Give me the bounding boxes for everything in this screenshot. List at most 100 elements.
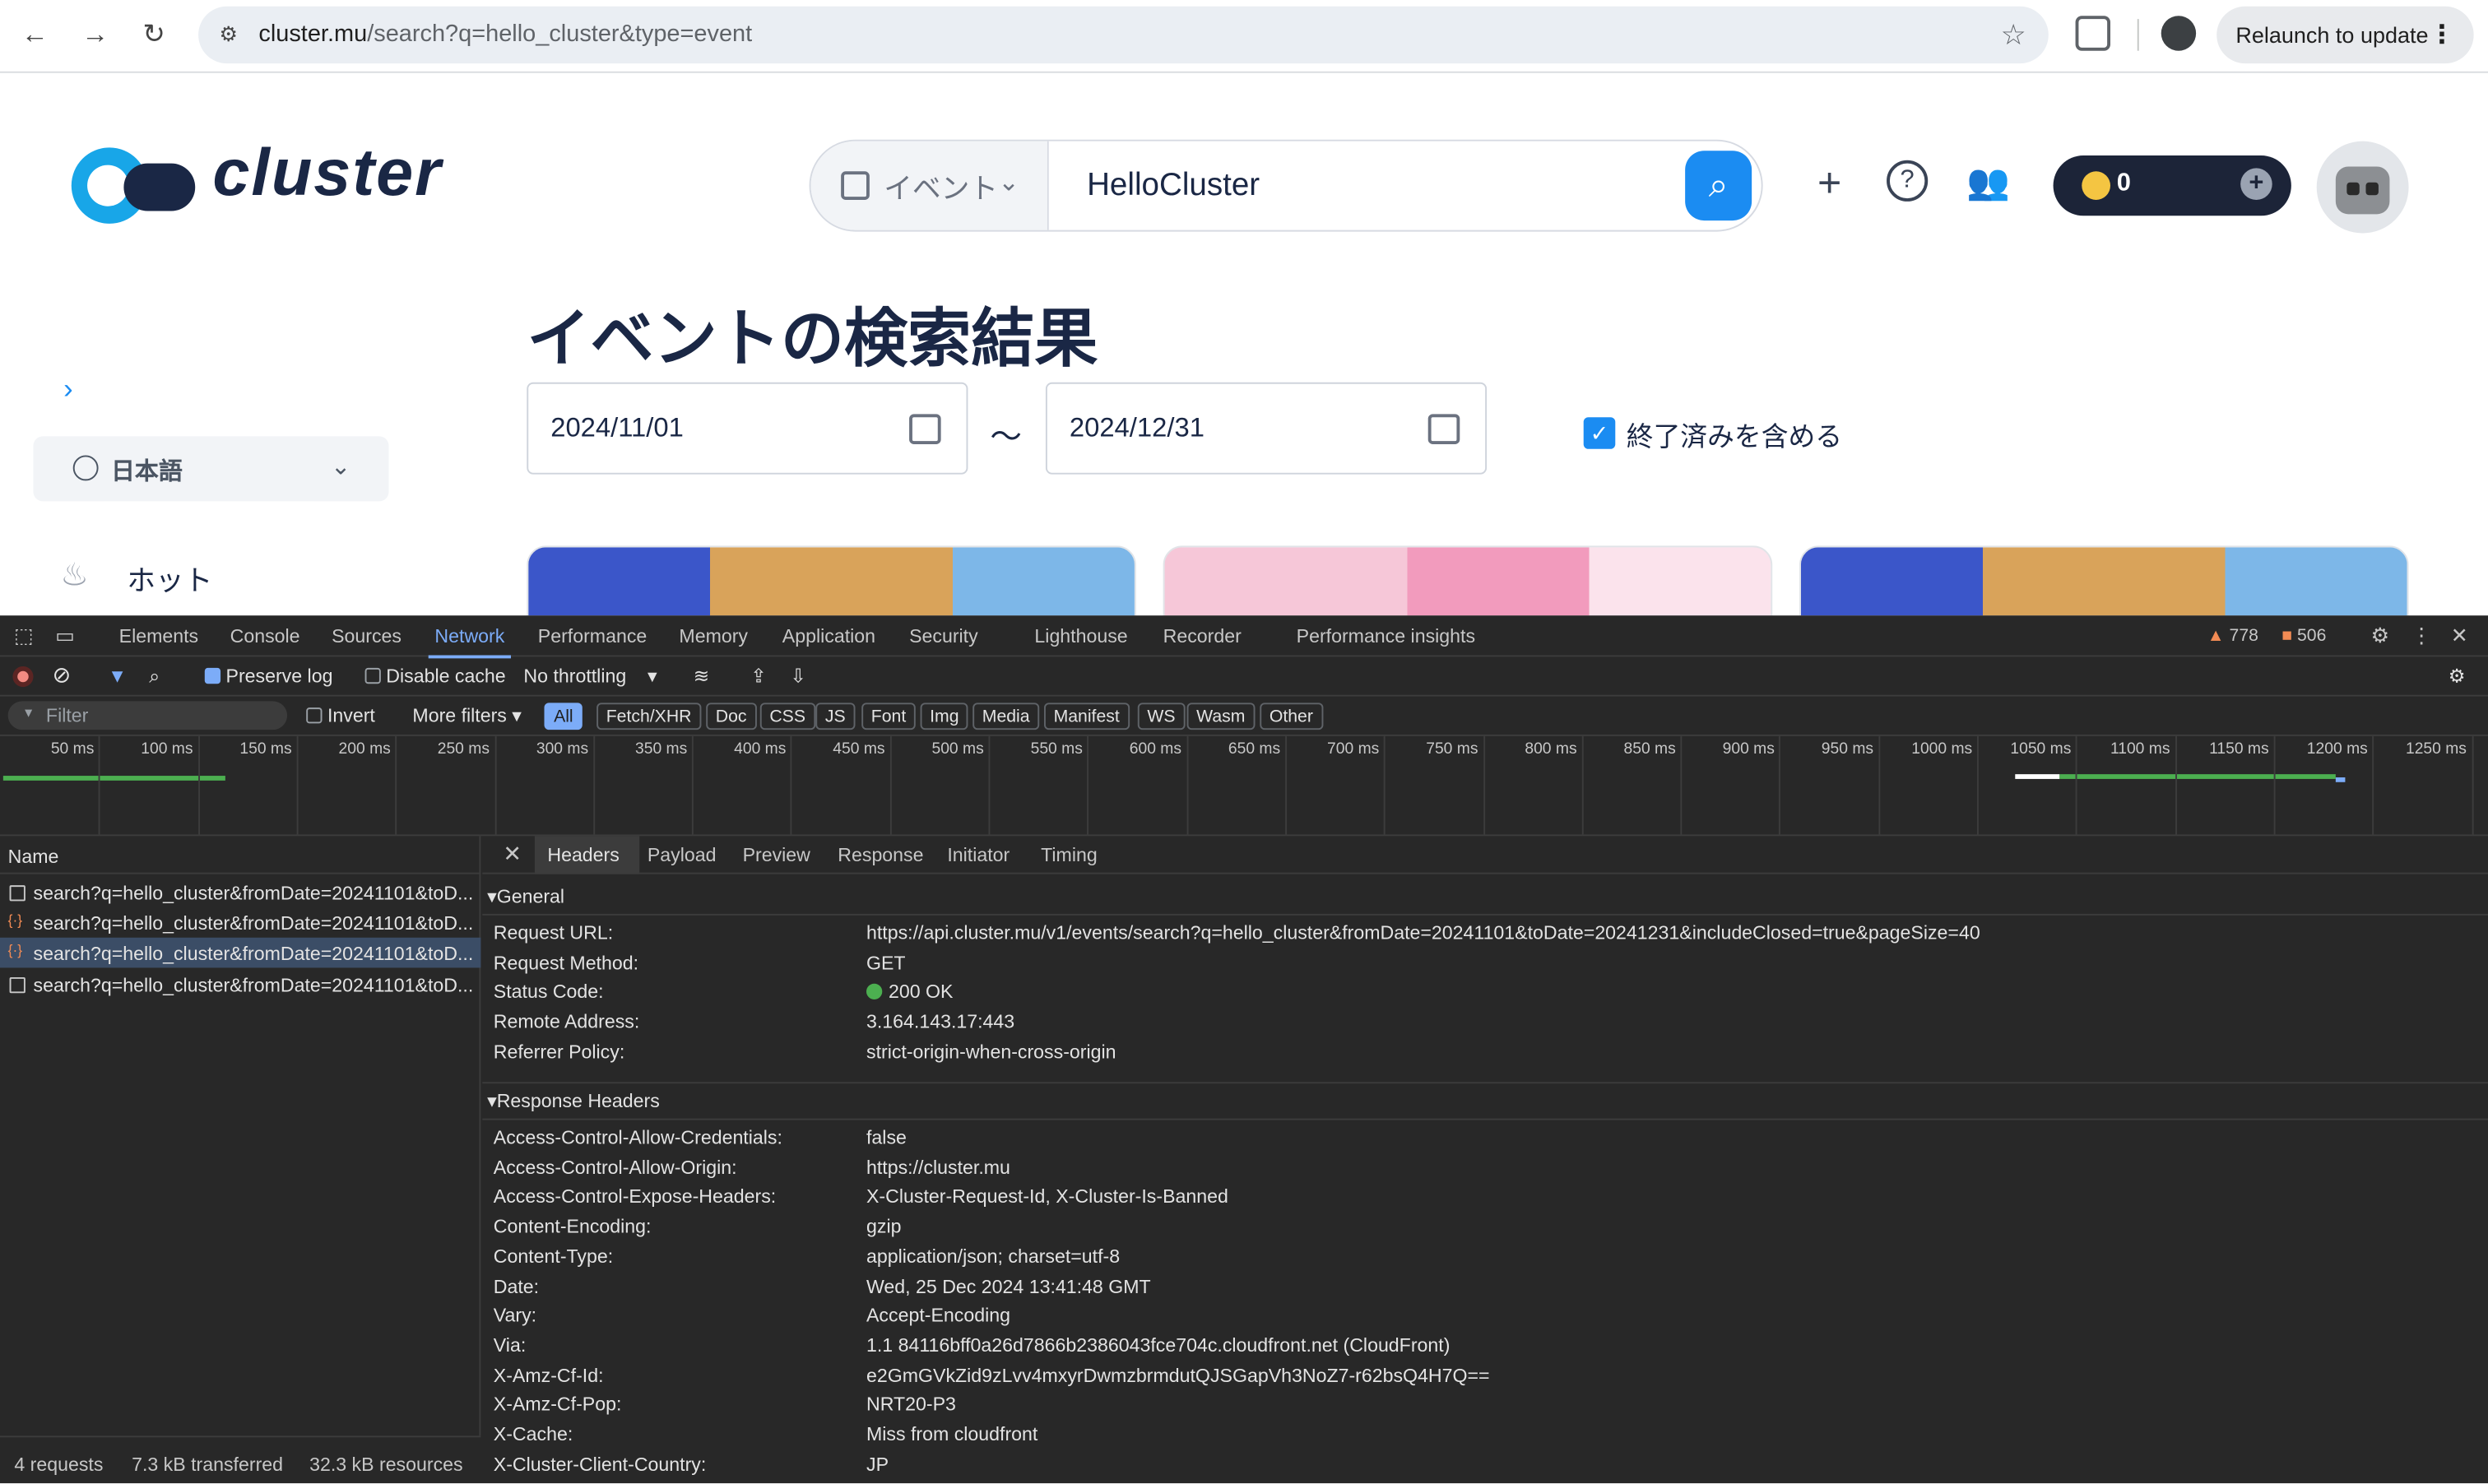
- request-row[interactable]: {·} search?q=hello_cluster&fromDate=20241…: [0, 937, 481, 968]
- inspect-element-icon[interactable]: ⬚: [11, 624, 36, 649]
- header-value[interactable]: Miss from cloudfront: [866, 1423, 1037, 1445]
- calendar-icon[interactable]: [1427, 414, 1460, 444]
- header-value[interactable]: https://cluster.mu: [866, 1156, 1010, 1178]
- event-card-thumbnail[interactable]: [1163, 545, 1773, 616]
- help-icon[interactable]: ?: [1887, 160, 1929, 202]
- search-icon[interactable]: ⌕: [149, 665, 160, 689]
- menu-dots-icon[interactable]: ⋮: [2430, 19, 2455, 51]
- relaunch-button[interactable]: Relaunch to update ⋮: [2216, 6, 2474, 64]
- general-section-toggle[interactable]: ▾General: [487, 885, 564, 907]
- filter-chip[interactable]: Fetch/XHR: [596, 703, 702, 730]
- more-filters-select[interactable]: More filters ▾: [412, 704, 521, 726]
- network-conditions-icon[interactable]: ≋: [694, 665, 709, 687]
- header-value[interactable]: X-Cluster-Request-Id, X-Cluster-Is-Banne…: [866, 1185, 1228, 1208]
- sidebar-expand-icon[interactable]: ›: [63, 373, 73, 406]
- more-options-icon[interactable]: ⋮: [2409, 624, 2435, 649]
- device-toolbar-icon[interactable]: ▭: [53, 624, 78, 649]
- include-closed-label[interactable]: 終了済みを含める: [1627, 414, 1842, 453]
- forward-icon[interactable]: →: [77, 17, 112, 52]
- close-devtools-icon[interactable]: ✕: [2447, 624, 2472, 649]
- tab-network[interactable]: Network: [428, 625, 512, 659]
- header-value[interactable]: NRT20-P3: [866, 1394, 956, 1416]
- search-button[interactable]: ⌕: [1685, 151, 1752, 221]
- filter-input[interactable]: Filter: [7, 701, 288, 730]
- tab-preview[interactable]: Preview: [743, 844, 810, 866]
- response-headers-toggle[interactable]: ▾Response Headers: [487, 1090, 660, 1112]
- record-button[interactable]: [12, 665, 34, 688]
- request-row[interactable]: search?q=hello_cluster&fromDate=20241101…: [0, 969, 480, 999]
- network-overview-timeline[interactable]: 50 ms 100 ms 150 ms 200 ms 250 ms 300 ms 350 m…: [0, 735, 2488, 837]
- header-value[interactable]: false: [866, 1126, 907, 1148]
- filter-chip[interactable]: Media: [972, 703, 1040, 730]
- to-date-input[interactable]: 2024/12/31: [1045, 382, 1488, 475]
- tab-timing[interactable]: Timing: [1041, 844, 1098, 866]
- language-select[interactable]: 日本語 ⌄: [33, 436, 389, 502]
- profile-avatar[interactable]: [2161, 16, 2197, 51]
- filter-chip[interactable]: CSS: [759, 703, 815, 730]
- tab-security[interactable]: Security: [909, 625, 978, 647]
- invert-checkbox[interactable]: Invert: [306, 704, 375, 726]
- tab-payload[interactable]: Payload: [648, 844, 717, 866]
- name-column-header[interactable]: Name: [0, 836, 481, 874]
- event-card-thumbnail[interactable]: [527, 545, 1136, 616]
- filter-chip[interactable]: Img: [920, 703, 969, 730]
- header-value[interactable]: application/json; charset=utf-8: [866, 1245, 1120, 1268]
- address-bar[interactable]: ⚙ cluster.mu/search?q=hello_cluster&type…: [198, 6, 2049, 64]
- header-value[interactable]: 3.164.143.17:443: [866, 1011, 1014, 1033]
- extensions-icon[interactable]: [2075, 16, 2110, 51]
- header-value[interactable]: strict-origin-when-cross-origin: [866, 1041, 1116, 1063]
- checkbox-unchecked[interactable]: [306, 707, 323, 724]
- search-type-select[interactable]: イベント ⌄: [810, 141, 1049, 230]
- close-details-icon[interactable]: ✕: [503, 841, 522, 868]
- coin-wallet[interactable]: 0 +: [2053, 155, 2291, 216]
- export-har-icon[interactable]: ⇩: [790, 665, 805, 687]
- filter-chip[interactable]: WS: [1137, 703, 1186, 730]
- tab-console[interactable]: Console: [230, 625, 300, 647]
- reload-icon[interactable]: ↻: [137, 17, 171, 52]
- tab-elements[interactable]: Elements: [119, 625, 198, 647]
- clear-icon[interactable]: ⊘: [53, 661, 72, 689]
- header-value[interactable]: e2GmGVkZid9zLvv4mxyrDwmzbrmdutQJSGapVh3N…: [866, 1364, 1490, 1386]
- header-value[interactable]: https://api.cluster.mu/v1/events/search?…: [866, 921, 1980, 944]
- include-closed-checkbox[interactable]: ✓: [1583, 417, 1616, 449]
- filter-chip[interactable]: Doc: [706, 703, 757, 730]
- plus-icon[interactable]: +: [1808, 160, 1852, 205]
- header-value[interactable]: JP: [866, 1453, 889, 1475]
- tab-application[interactable]: Application: [782, 625, 875, 647]
- filter-funnel-icon[interactable]: ▼: [108, 665, 127, 687]
- site-logo-text[interactable]: cluster: [212, 135, 442, 211]
- checkbox-checked[interactable]: [204, 667, 221, 684]
- settings-gear-icon[interactable]: ⚙: [2367, 624, 2393, 649]
- tab-performance-insights[interactable]: Performance insights: [1297, 625, 1475, 647]
- header-value[interactable]: 1.1 84116bff0a26d7866b2386043fce704c.clo…: [866, 1334, 1450, 1356]
- user-avatar[interactable]: [2316, 141, 2409, 234]
- sidebar-item-hot[interactable]: ホット: [127, 559, 212, 600]
- filter-chip[interactable]: Manifest: [1043, 703, 1130, 730]
- header-value[interactable]: Wed, 25 Dec 2024 13:41:48 GMT: [866, 1275, 1151, 1297]
- tab-initiator[interactable]: Initiator: [947, 844, 1010, 866]
- filter-chip[interactable]: Wasm: [1186, 703, 1256, 730]
- checkbox-unchecked[interactable]: [364, 667, 381, 684]
- tab-headers[interactable]: Headers: [547, 844, 619, 866]
- back-icon[interactable]: ←: [17, 17, 52, 52]
- event-card-thumbnail[interactable]: [1799, 545, 2409, 616]
- search-input[interactable]: HelloCluster: [1087, 168, 1260, 204]
- calendar-icon[interactable]: [909, 414, 941, 444]
- throttling-select[interactable]: No throttling ▾: [523, 665, 657, 687]
- filter-chip[interactable]: Font: [861, 703, 916, 730]
- tab-response[interactable]: Response: [838, 844, 923, 866]
- issues-count[interactable]: ■ 506: [2281, 627, 2326, 646]
- filter-chip[interactable]: Other: [1260, 703, 1323, 730]
- tab-lighthouse[interactable]: Lighthouse: [1034, 625, 1127, 647]
- site-info-icon[interactable]: ⚙: [214, 21, 243, 49]
- add-coin-icon[interactable]: +: [2240, 168, 2272, 200]
- header-value[interactable]: 200 OK: [866, 981, 953, 1004]
- header-value[interactable]: Accept-Encoding: [866, 1305, 1010, 1327]
- preserve-log-checkbox[interactable]: Preserve log: [204, 665, 332, 687]
- tab-recorder[interactable]: Recorder: [1163, 625, 1242, 647]
- request-row[interactable]: {·} search?q=hello_cluster&fromDate=20241…: [0, 907, 480, 938]
- bookmark-star-icon[interactable]: ☆: [2001, 19, 2026, 51]
- tab-memory[interactable]: Memory: [679, 625, 748, 647]
- filter-chip[interactable]: JS: [815, 703, 856, 730]
- header-value[interactable]: gzip: [866, 1215, 901, 1237]
